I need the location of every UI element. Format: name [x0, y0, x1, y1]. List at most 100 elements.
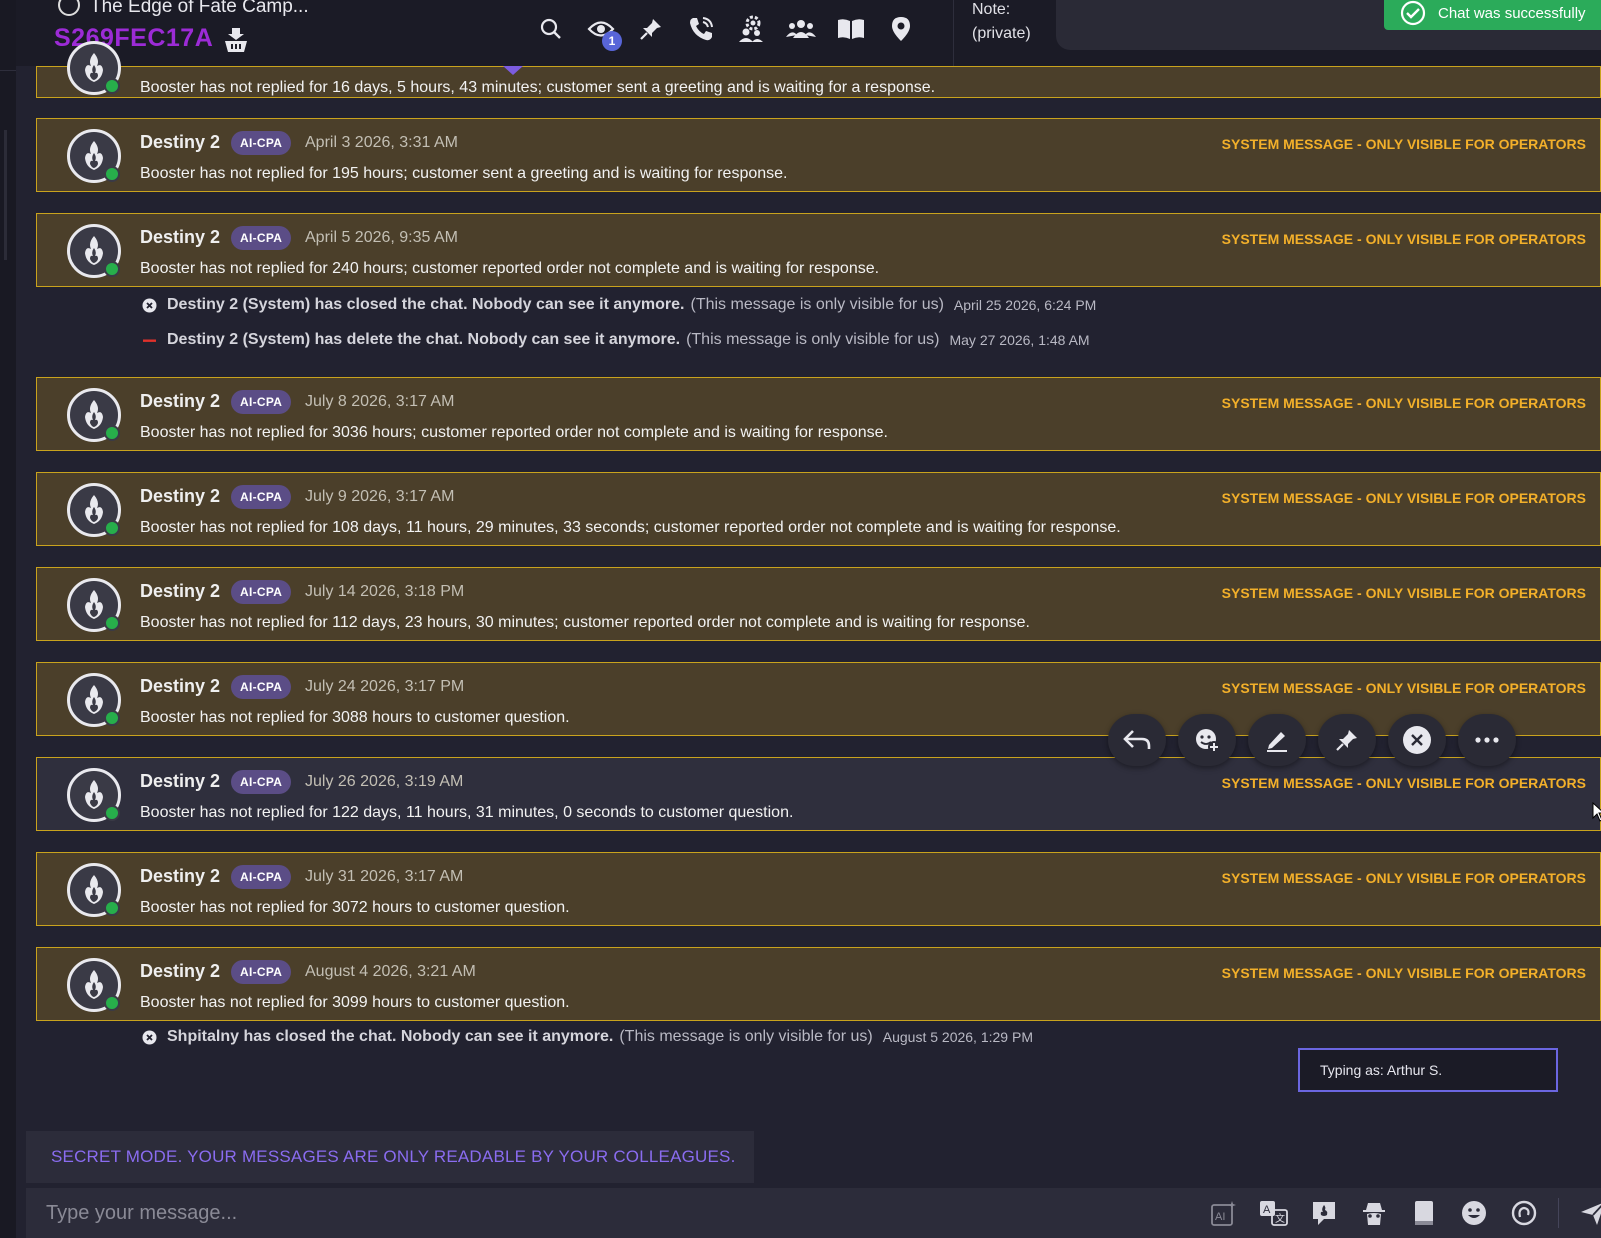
avatar[interactable]: [67, 388, 121, 442]
send-icon[interactable]: [1577, 1197, 1601, 1229]
system-visibility-label: SYSTEM MESSAGE - ONLY VISIBLE FOR OPERAT…: [1221, 395, 1586, 411]
ai-icon[interactable]: AI: [1208, 1197, 1240, 1229]
flame-logo-icon: [85, 236, 103, 265]
sender-name[interactable]: Destiny 2: [140, 132, 220, 153]
avatar[interactable]: [67, 41, 121, 95]
sender-name[interactable]: Destiny 2: [140, 771, 220, 792]
note-label: Note: (private): [972, 0, 1031, 46]
avatar[interactable]: [67, 129, 121, 183]
avatar[interactable]: [67, 483, 121, 537]
svg-text:文: 文: [1275, 1212, 1285, 1225]
system-visibility-label: SYSTEM MESSAGE - ONLY VISIBLE FOR OPERAT…: [1221, 965, 1586, 981]
sender-name[interactable]: Destiny 2: [140, 581, 220, 602]
more-icon[interactable]: [1458, 714, 1516, 766]
system-visibility-label: SYSTEM MESSAGE - ONLY VISIBLE FOR OPERAT…: [1221, 585, 1586, 601]
message-input[interactable]: [26, 1188, 1166, 1238]
unread-marker-icon: [503, 66, 523, 75]
svg-text:A: A: [1263, 1204, 1271, 1216]
sender-name[interactable]: Destiny 2: [140, 866, 220, 887]
message-text: Booster has not replied for 3036 hours; …: [140, 424, 888, 441]
event-text: Destiny 2 (System) has delete the chat. …: [167, 331, 681, 348]
emoji-icon[interactable]: [1458, 1197, 1490, 1229]
avatar[interactable]: [67, 958, 121, 1012]
message-composer: AI A文: [26, 1188, 1601, 1238]
system-message[interactable]: Destiny 2 AI-CPA April 3 2026, 3:31 AM SYST…: [36, 118, 1601, 192]
sender-role-badge: AI-CPA: [231, 960, 292, 984]
message-timestamp: July 9 2026, 3:17 AM: [305, 488, 455, 505]
avatar[interactable]: [67, 863, 121, 917]
note-privacy: (private): [972, 25, 1031, 42]
left-sidebar-strip: [0, 0, 16, 1238]
avatar[interactable]: [67, 578, 121, 632]
header-divider: [953, 0, 954, 66]
translate-icon[interactable]: A文: [1258, 1197, 1290, 1229]
book-icon[interactable]: [1408, 1197, 1440, 1229]
message-text: Booster has not replied for 122 days, 11…: [140, 804, 794, 821]
incognito-icon[interactable]: [1358, 1197, 1390, 1229]
message-timestamp: April 3 2026, 3:31 AM: [305, 134, 458, 151]
chat-event: Destiny 2 (System) has closed the chat. …: [142, 293, 1096, 317]
edit-icon[interactable]: [1248, 714, 1306, 766]
message-text: Booster has not replied for 112 days, 23…: [140, 614, 1030, 631]
message-text: Booster has not replied for 195 hours; c…: [140, 165, 788, 182]
system-message[interactable]: Destiny 2 AI-CPA April 5 2026, 9:35 AM SYST…: [36, 213, 1601, 287]
sender-name[interactable]: Destiny 2: [140, 227, 220, 248]
flame-logo-icon: [85, 53, 103, 82]
sender-name[interactable]: Destiny 2: [140, 391, 220, 412]
basket-icon[interactable]: [222, 24, 250, 59]
avatar[interactable]: [67, 673, 121, 727]
flame-logo-icon: [85, 970, 103, 999]
delete-icon: [142, 333, 157, 348]
avatar[interactable]: [67, 768, 121, 822]
sender-name[interactable]: Destiny 2: [140, 486, 220, 507]
reply-icon[interactable]: [1108, 714, 1166, 766]
avatar[interactable]: [67, 224, 121, 278]
location-icon[interactable]: [886, 14, 916, 44]
online-status-dot: [104, 995, 120, 1011]
flame-logo-icon: [85, 495, 103, 524]
close-circle-icon: [142, 298, 157, 313]
message-timestamp: July 14 2026, 3:18 PM: [305, 583, 465, 600]
sender-name[interactable]: Destiny 2: [140, 961, 220, 982]
chat-window: The Edge of Fate Camp... S269FEC17A 1 No…: [0, 0, 1601, 1238]
flame-logo-icon: [85, 875, 103, 904]
system-message[interactable]: Destiny 2 AI-CPA August 4 2026, 3:21 AM SYS…: [36, 947, 1601, 1021]
system-message[interactable]: Destiny 2 AI-CPA July 8 2026, 3:17 AM SYSTE…: [36, 377, 1601, 451]
users-icon[interactable]: [786, 14, 816, 44]
sender-role-badge: AI-CPA: [231, 865, 292, 889]
pin-icon[interactable]: [636, 14, 666, 44]
phone-icon[interactable]: [686, 14, 716, 44]
pin-message-icon[interactable]: [1318, 714, 1376, 766]
search-icon[interactable]: [536, 14, 566, 44]
flame-logo-icon: [85, 590, 103, 619]
system-message[interactable]: Destiny 2 AI-CPA July 26 2026, 3:19 AM SYST…: [36, 757, 1601, 831]
book-icon[interactable]: [836, 14, 866, 44]
order-title[interactable]: The Edge of Fate Camp...: [90, 0, 309, 18]
toast-text: Chat was successfully: [1438, 4, 1586, 22]
secret-mode-banner: SECRET MODE. YOUR MESSAGES ARE ONLY READ…: [26, 1131, 754, 1183]
chat-event: Destiny 2 (System) has delete the chat. …: [142, 328, 1090, 352]
flame-logo-icon: [85, 685, 103, 714]
message-timestamp: July 24 2026, 3:17 PM: [305, 678, 465, 695]
watcher-count-badge: 1: [602, 31, 622, 51]
sender-name[interactable]: Destiny 2: [140, 676, 220, 697]
success-toast[interactable]: Chat was successfully: [1384, 0, 1601, 30]
eye-icon[interactable]: 1: [586, 14, 622, 51]
sticker-icon[interactable]: [1508, 1197, 1540, 1229]
team-settings-icon[interactable]: [736, 14, 766, 44]
system-visibility-label: SYSTEM MESSAGE - ONLY VISIBLE FOR OPERAT…: [1221, 680, 1586, 696]
game-logo-icon: [58, 0, 80, 16]
system-message[interactable]: Destiny 2 AI-CPA July 31 2026, 3:17 AM SYST…: [36, 852, 1601, 926]
event-visibility-note: (This message is only visible for us): [619, 1028, 873, 1045]
add-reaction-icon[interactable]: [1178, 714, 1236, 766]
sender-role-badge: AI-CPA: [231, 675, 292, 699]
message-text: Booster has not replied for 108 days, 11…: [140, 519, 1121, 536]
close-icon[interactable]: [1388, 714, 1446, 766]
destiny-icon[interactable]: [1308, 1197, 1340, 1229]
online-status-dot: [104, 261, 120, 277]
system-message[interactable]: Destiny 2AI-CPABooster has not replied f…: [36, 41, 1601, 98]
system-message[interactable]: Destiny 2 AI-CPA July 14 2026, 3:18 PM SYST…: [36, 567, 1601, 641]
system-message[interactable]: Destiny 2 AI-CPA July 9 2026, 3:17 AM SYSTE…: [36, 472, 1601, 546]
event-visibility-note: (This message is only visible for us): [690, 296, 944, 313]
online-status-dot: [104, 166, 120, 182]
